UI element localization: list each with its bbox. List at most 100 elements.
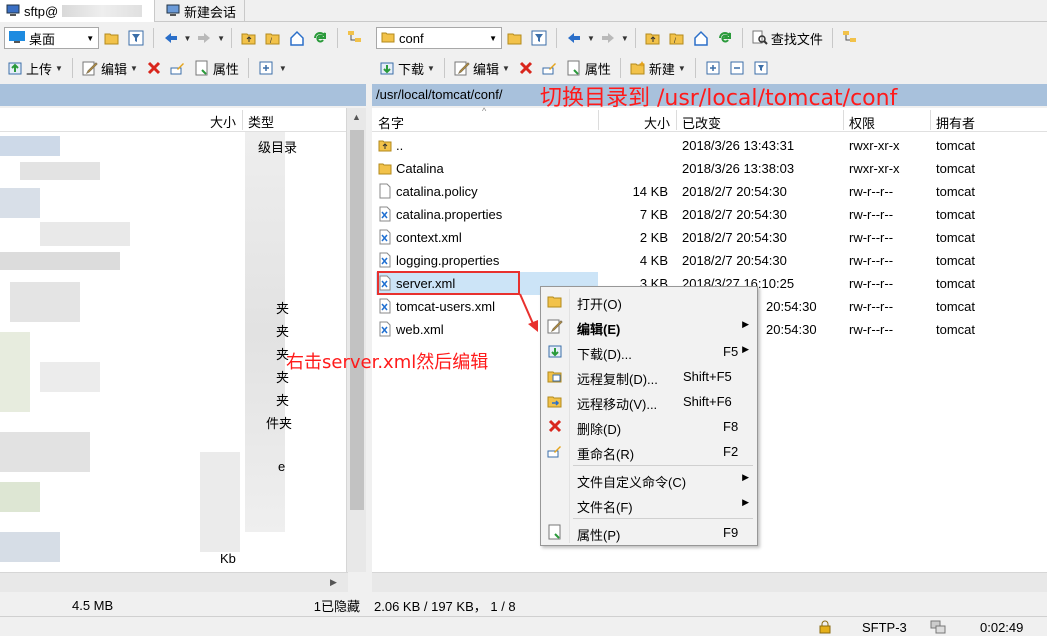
menu-item-properties[interactable]: 属性(P) F9: [543, 520, 755, 544]
menu-item-custom-commands[interactable]: 文件自定义命令(C) ▶: [543, 467, 755, 491]
left-horizontal-scrollbar[interactable]: ▶: [0, 572, 348, 592]
file-row[interactable]: logging.properties 4 KB 2018/2/7 20:54:3…: [372, 249, 1047, 272]
column-divider: [598, 110, 599, 130]
download-button[interactable]: 下载 ▼: [376, 57, 438, 79]
select-all-button[interactable]: [702, 57, 724, 79]
file-row[interactable]: catalina.policy 14 KB 2018/2/7 20:54:30 …: [372, 180, 1047, 203]
blurred-region: [0, 188, 40, 218]
tab-new-session[interactable]: 新建会话: [160, 0, 245, 22]
refresh-button[interactable]: [714, 27, 736, 49]
menu-item-label: 下载(D)...: [577, 347, 632, 362]
menu-item-download[interactable]: 下载(D)... F5 ▶: [543, 339, 755, 363]
menu-item-remote-move[interactable]: 远程移动(V)... Shift+F6: [543, 389, 755, 413]
blurred-region: [0, 136, 60, 156]
refresh-button[interactable]: [309, 27, 331, 49]
home-directory-button[interactable]: [690, 27, 712, 49]
new-button[interactable]: 新建 ▼: [627, 57, 689, 79]
file-modified: 2018/2/7 20:54:30: [682, 184, 787, 199]
desktop-icon: [9, 30, 25, 46]
right-properties-button[interactable]: 属性: [563, 57, 614, 79]
filter-button[interactable]: [125, 27, 147, 49]
column-name[interactable]: 名字: [378, 113, 404, 132]
left-vertical-scrollbar[interactable]: ▲: [346, 108, 366, 572]
menu-item-remote-copy[interactable]: 远程复制(D)... Shift+F5: [543, 364, 755, 388]
scroll-up-icon[interactable]: ▲: [352, 112, 361, 122]
back-button[interactable]: [563, 27, 585, 49]
unselect-button[interactable]: [726, 57, 748, 79]
menu-item-file-names[interactable]: 文件名(F) ▶: [543, 492, 755, 516]
column-permissions[interactable]: 权限: [849, 113, 875, 132]
tree-toggle-button[interactable]: [839, 27, 861, 49]
menu-item-rename[interactable]: 重命名(R) F2: [543, 439, 755, 463]
file-row[interactable]: Catalina 2018/3/26 13:38:03 rwxr-xr-x to…: [372, 157, 1047, 180]
parent-directory-button[interactable]: [642, 27, 664, 49]
left-delete-button[interactable]: [143, 57, 165, 79]
download-icon: [380, 62, 394, 75]
left-fragment: Kb: [220, 551, 236, 566]
right-location-combo[interactable]: conf ▼: [376, 27, 502, 49]
left-expand-button[interactable]: [255, 57, 277, 79]
root-directory-button[interactable]: /: [666, 27, 688, 49]
new-label: 新建: [648, 61, 675, 77]
file-name: tomcat-users.xml: [396, 299, 495, 314]
chevron-down-icon: ▼: [86, 34, 95, 43]
back-dropdown-icon[interactable]: ▼: [587, 34, 595, 43]
tree-toggle-button[interactable]: [344, 27, 366, 49]
left-rename-button[interactable]: [167, 57, 189, 79]
svg-text:/: /: [674, 38, 676, 45]
properties-icon: [548, 524, 561, 540]
chevron-down-icon[interactable]: ▼: [279, 64, 287, 73]
left-location-combo[interactable]: 桌面 ▼: [4, 27, 100, 49]
parent-directory-button[interactable]: [238, 27, 260, 49]
column-divider: [930, 110, 931, 130]
right-horizontal-scrollbar[interactable]: [372, 572, 1047, 592]
menu-item-open[interactable]: 打开(O): [543, 289, 755, 313]
left-fragment: 级目录: [258, 140, 298, 155]
parent-folder-icon: [645, 33, 660, 45]
menu-item-delete[interactable]: 删除(D) F8: [543, 414, 755, 438]
left-column-size[interactable]: 大小: [210, 112, 236, 131]
forward-dropdown-icon[interactable]: ▼: [621, 34, 629, 43]
scroll-thumb[interactable]: [350, 130, 364, 510]
left-properties-button[interactable]: 属性: [191, 57, 242, 79]
filter-select-button[interactable]: [750, 57, 772, 79]
root-directory-button[interactable]: /: [262, 27, 284, 49]
filter-button[interactable]: [528, 27, 550, 49]
left-column-type[interactable]: 类型: [248, 112, 274, 131]
file-row[interactable]: catalina.properties 7 KB 2018/2/7 20:54:…: [372, 203, 1047, 226]
back-button[interactable]: [160, 27, 182, 49]
right-rename-button[interactable]: [539, 57, 561, 79]
find-files-button[interactable]: 查找文件: [749, 27, 826, 49]
blurred-region: [20, 162, 100, 180]
column-size[interactable]: 大小: [644, 113, 670, 132]
file-name: context.xml: [396, 230, 462, 245]
back-dropdown-icon[interactable]: ▼: [183, 34, 191, 43]
forward-button[interactable]: [597, 27, 619, 49]
open-directory-button[interactable]: [504, 27, 526, 49]
home-directory-button[interactable]: [286, 27, 308, 49]
left-status-fragment: 4.5 MB: [72, 597, 114, 613]
delete-icon: [147, 61, 160, 75]
file-modified: 20:54:30: [766, 322, 817, 337]
right-delete-button[interactable]: [515, 57, 537, 79]
computer-icon: [6, 3, 20, 20]
tab-session[interactable]: sftp@: [0, 0, 155, 22]
scroll-right-icon[interactable]: ▶: [330, 577, 337, 588]
forward-button[interactable]: [193, 27, 215, 49]
file-row[interactable]: .. 2018/3/26 13:43:31 rwxr-xr-x tomcat: [372, 134, 1047, 157]
column-owner[interactable]: 拥有者: [936, 113, 975, 132]
svg-text:/: /: [270, 38, 272, 45]
edit-icon: [547, 319, 563, 334]
file-owner: tomcat: [936, 322, 976, 337]
column-modified[interactable]: 已改变: [682, 113, 721, 132]
open-directory-button[interactable]: [101, 27, 123, 49]
right-edit-button[interactable]: 编辑 ▼: [451, 57, 513, 79]
blurred-region: [200, 452, 240, 552]
file-row[interactable]: context.xml 2 KB 2018/2/7 20:54:30 rw-r-…: [372, 226, 1047, 249]
left-edit-button[interactable]: 编辑 ▼: [79, 57, 141, 79]
blurred-region: [0, 532, 60, 562]
submenu-arrow-icon: ▶: [742, 497, 749, 507]
menu-item-edit[interactable]: 编辑(E) ▶: [543, 314, 755, 338]
upload-button[interactable]: 上传 ▼: [4, 57, 66, 79]
forward-dropdown-icon[interactable]: ▼: [217, 34, 225, 43]
